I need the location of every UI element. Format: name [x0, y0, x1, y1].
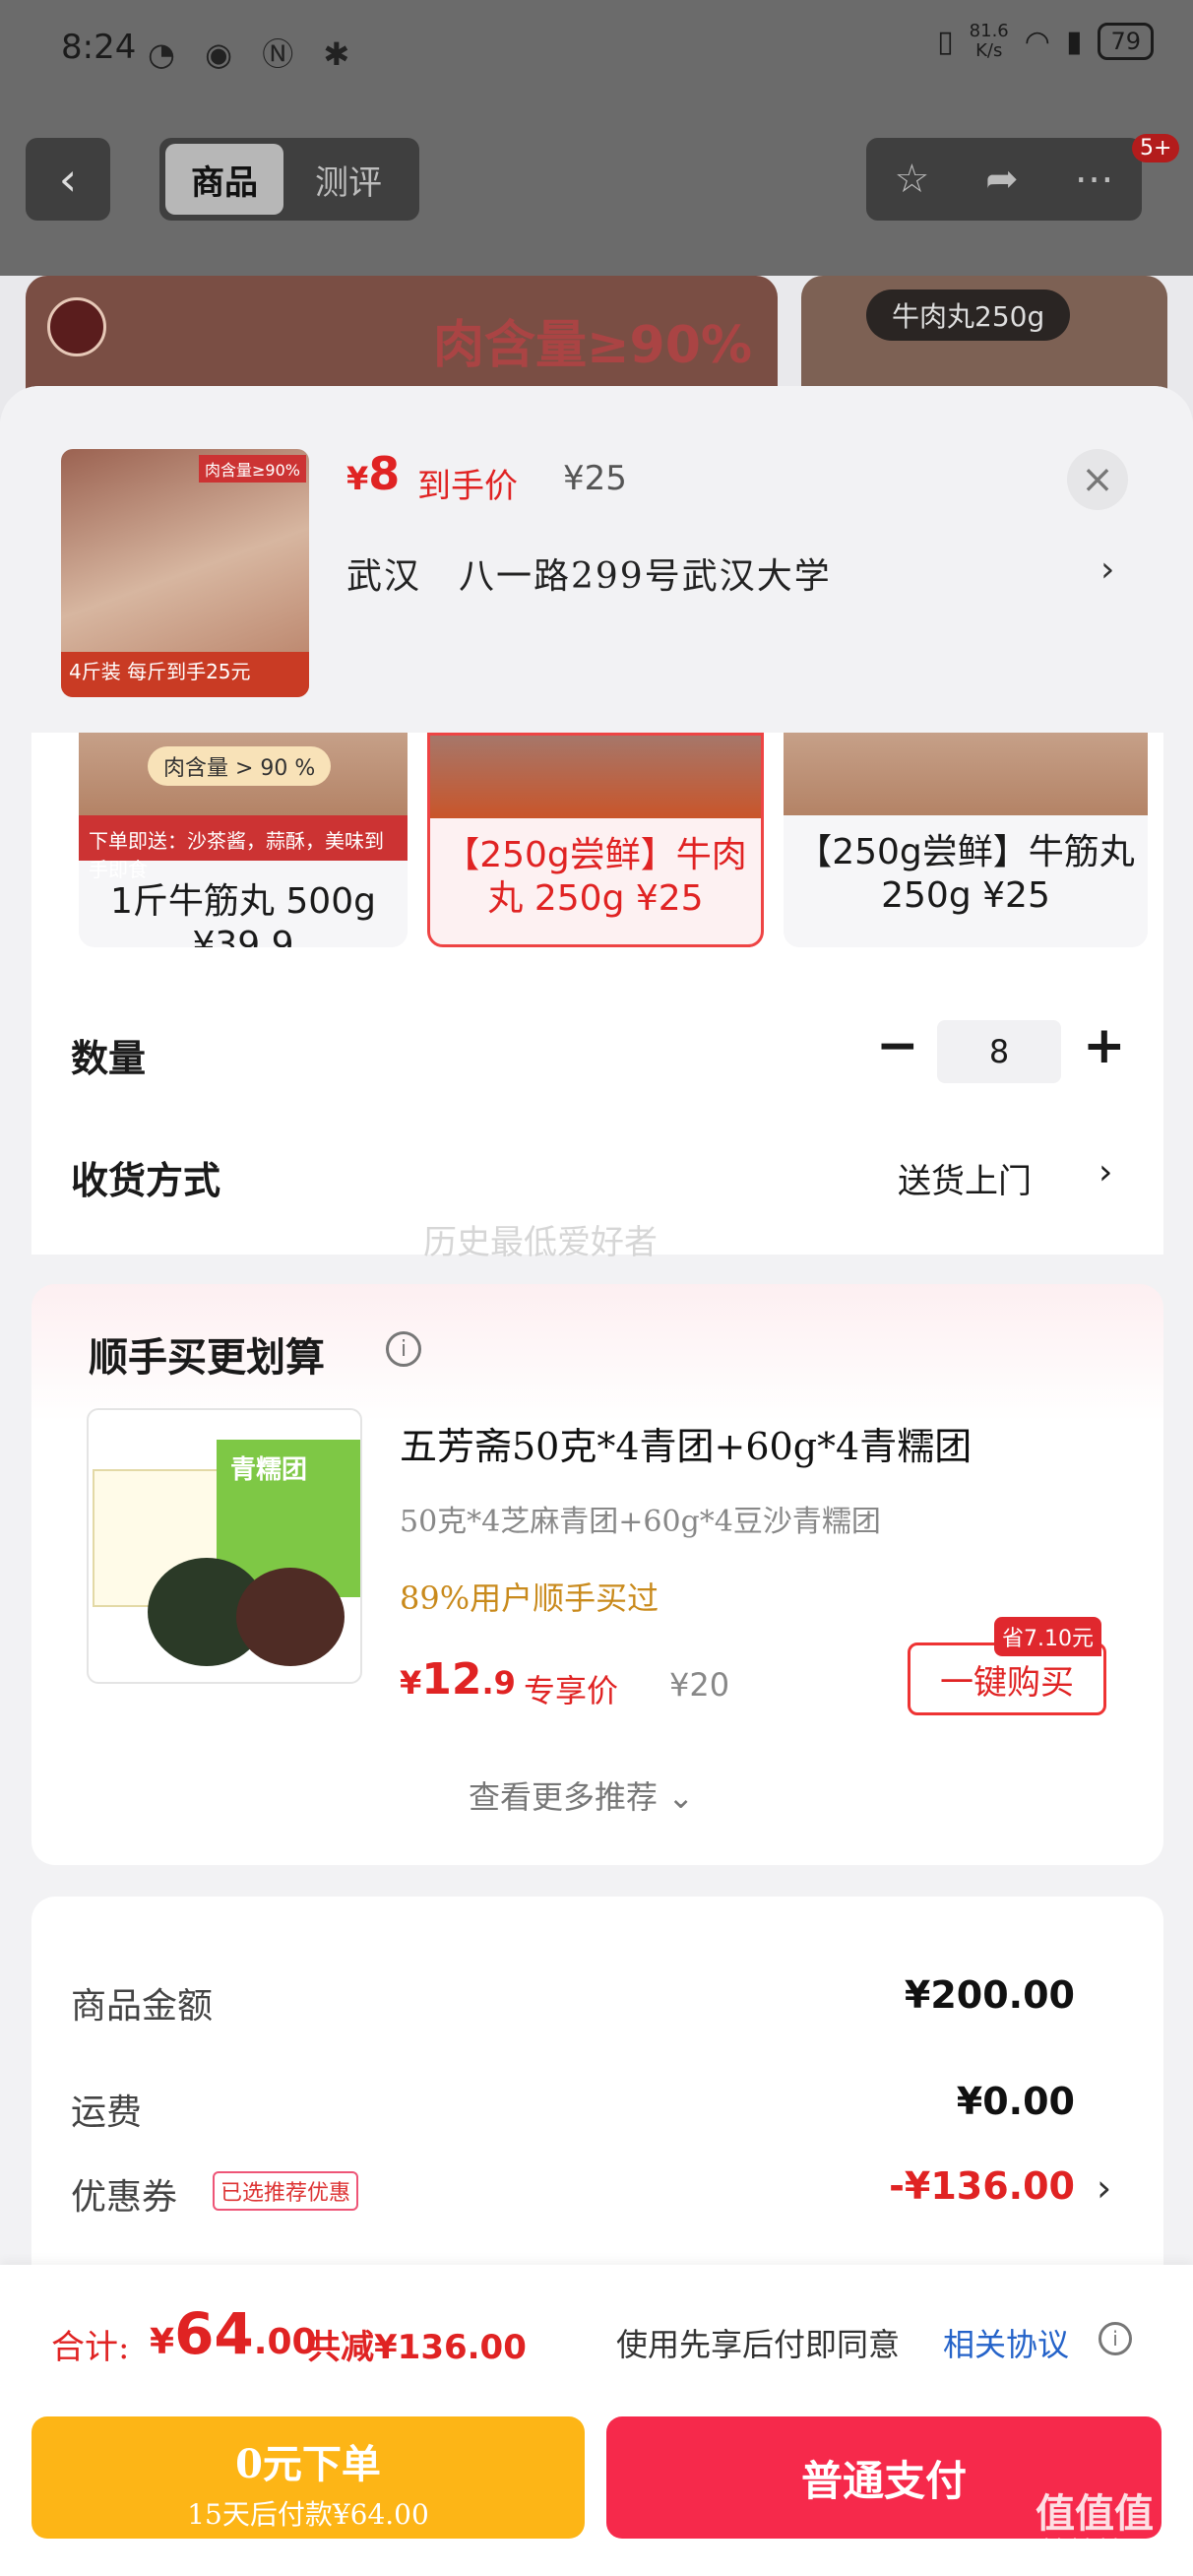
recommend-product-name[interactable]: 五芳斋50克*4青团+60g*4青糯团: [400, 1416, 972, 1470]
thumb-banner: 4斤装 每斤到手25元: [61, 652, 309, 697]
sku-label: 【250g尝鲜】牛肉丸 250g ¥25: [444, 835, 747, 919]
coupon-value[interactable]: -¥136.00: [889, 2164, 1075, 2208]
site-watermark-logo: 值值值: [1036, 2491, 1154, 2537]
agreement-text: 使用先享后付即同意: [616, 2326, 901, 2363]
chevron-right-icon[interactable]: ›: [1099, 1152, 1112, 1192]
sku-image: [430, 736, 761, 818]
hero-image-secondary: 牛肉丸250g: [801, 276, 1167, 394]
sku-image: [784, 733, 1148, 815]
coupon-tag: 已选推荐优惠: [213, 2171, 359, 2211]
status-right: ▯ 81.6 K/s ◠ ▮ 79: [937, 22, 1154, 61]
info-icon[interactable]: i: [386, 1331, 421, 1367]
chevron-right-icon[interactable]: ›: [1100, 549, 1114, 590]
shipping-value[interactable]: 送货上门: [898, 1154, 1032, 1202]
share-icon[interactable]: ➦: [985, 157, 1019, 202]
hero-pill: 牛肉丸250g: [866, 290, 1071, 341]
brand-logo: [47, 297, 106, 356]
zero-yuan-order-button[interactable]: 0元下单 15天后付款¥64.00: [31, 2416, 585, 2539]
sku-label: 【250g尝鲜】牛筋丸 250g ¥25: [796, 832, 1135, 916]
delivery-address[interactable]: 武汉 八一路299号武汉大学: [346, 547, 832, 599]
recommend-title: 顺手买更划算: [89, 1335, 325, 1381]
close-button[interactable]: ×: [1067, 449, 1128, 510]
price-symbol: ¥: [150, 2322, 175, 2362]
back-button[interactable]: ‹: [26, 138, 110, 221]
speed-value: 81.6: [969, 21, 1009, 41]
total-int: 64: [174, 2300, 254, 2367]
goods-amount-label: 商品金额: [71, 1986, 214, 2027]
recommend-price-label: 专享价: [524, 1672, 619, 1709]
status-time: 8:24: [61, 28, 137, 67]
tab-goods[interactable]: 商品: [165, 144, 283, 215]
final-price-label: 到手价: [417, 467, 518, 506]
sku-promo-strip: 下单即送：沙茶酱，蒜酥，美味到手即食: [79, 815, 408, 881]
shipping-label: 收货方式: [71, 1159, 221, 1202]
zero-button-subtitle: 15天后付款¥64.00: [187, 2498, 429, 2531]
chevron-left-icon: ‹: [58, 153, 78, 206]
sku-meat-tag: 肉含量 > 90 %: [148, 746, 332, 786]
tab-reviews[interactable]: 测评: [283, 144, 413, 215]
freight-label: 运费: [71, 2093, 143, 2133]
recommend-product-image[interactable]: 青糯团: [87, 1408, 362, 1684]
sku-option[interactable]: 【250g尝鲜】牛筋丸 250g ¥25: [784, 733, 1148, 947]
hero-banner-text: 肉含量≥90%: [432, 316, 752, 375]
quantity-plus-button[interactable]: +: [1083, 1016, 1126, 1075]
speed-unit: K/s: [975, 40, 1003, 61]
total-saved: 共减¥136.00: [307, 2328, 527, 2367]
thumb-tag: 肉含量≥90%: [199, 455, 306, 483]
goods-amount-value: ¥200.00: [904, 1973, 1075, 2017]
freight-value: ¥0.00: [956, 2080, 1075, 2123]
total-value: ¥64.00: [150, 2300, 317, 2367]
status-notification-icons: ◔ ◉ Ⓝ ✱: [148, 35, 360, 73]
vibrate-icon: ▯: [937, 24, 954, 59]
more-recommend-link[interactable]: 查看更多推荐 ⌄: [469, 1772, 694, 1818]
message-badge: 5+: [1132, 134, 1180, 162]
price-symbol: ¥: [400, 1664, 422, 1702]
chevron-right-icon[interactable]: ›: [1097, 2166, 1111, 2210]
more-icon[interactable]: ⋯: [1075, 157, 1114, 202]
recommend-product-desc: 50克*4芝麻青团+60g*4豆沙青糯团: [400, 1505, 881, 1539]
star-icon[interactable]: ☆: [894, 157, 929, 202]
original-price: ¥25: [563, 459, 627, 498]
site-watermark-url: zhizhizhi.com: [1034, 2535, 1167, 2558]
sim-icon: ▮: [1065, 24, 1083, 59]
save-amount-badge: 省7.10元: [994, 1617, 1101, 1656]
total-label: 合计:: [51, 2328, 130, 2367]
price-int: 12: [421, 1654, 482, 1705]
top-actions: ☆ ➦ ⋯: [866, 138, 1142, 221]
qingtuan-image: [236, 1568, 345, 1666]
price-value: 8: [368, 447, 401, 500]
zero-button-title: 0元下单: [235, 2441, 381, 2487]
watermark-text: 历史最低爱好者: [423, 1223, 658, 1262]
final-price: ¥8: [346, 447, 400, 500]
close-icon: ×: [1081, 457, 1114, 502]
quantity-minus-button[interactable]: −: [876, 1016, 919, 1075]
price-symbol: ¥: [346, 460, 369, 497]
quantity-label: 数量: [71, 1037, 147, 1080]
pack-label: 青糯团: [230, 1455, 308, 1485]
info-icon[interactable]: i: [1099, 2322, 1132, 2355]
more-recommend-label: 查看更多推荐: [469, 1778, 659, 1816]
wifi-icon: ◠: [1024, 24, 1050, 59]
agreement-link[interactable]: 相关协议: [943, 2320, 1069, 2365]
price-dec: .9: [481, 1664, 516, 1702]
product-thumbnail: 肉含量≥90% 4斤装 每斤到手25元: [61, 449, 309, 697]
recommend-original-price: ¥20: [669, 1666, 730, 1704]
hero-image-main: 肉含量≥90%: [26, 276, 778, 394]
network-speed: 81.6 K/s: [970, 22, 1009, 61]
sku-option[interactable]: 肉含量 > 90 % 下单即送：沙茶酱，蒜酥，美味到手即食 1斤牛筋丸 500g…: [79, 733, 408, 947]
recommend-bought-rate: 89%用户顺手买过: [400, 1579, 659, 1617]
sku-option-selected[interactable]: 【250g尝鲜】牛肉丸 250g ¥25: [427, 733, 764, 947]
tab-bar: 商品 测评: [159, 138, 419, 221]
quantity-input[interactable]: 8: [937, 1020, 1061, 1083]
battery-indicator: 79: [1098, 23, 1154, 60]
coupon-label: 优惠券: [71, 2177, 178, 2218]
recommend-price: ¥12.9: [400, 1654, 516, 1705]
chevron-down-icon: ⌄: [667, 1778, 694, 1816]
